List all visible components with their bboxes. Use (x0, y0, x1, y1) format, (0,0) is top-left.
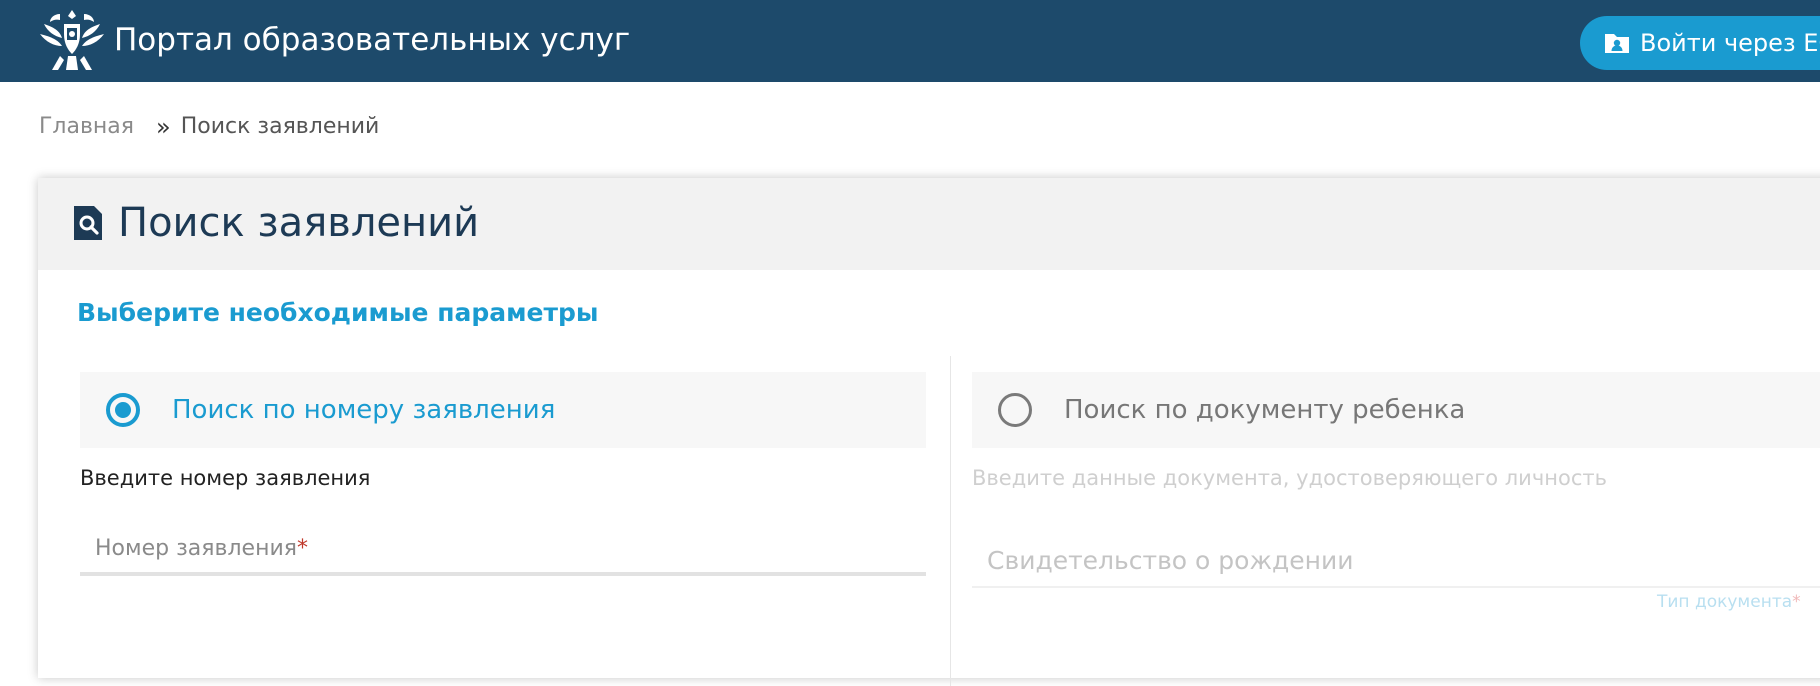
breadcrumb-separator: » (156, 112, 171, 141)
site-title[interactable]: Портал образовательных услуг (114, 22, 630, 58)
search-by-application-number-option[interactable]: Поиск по номеру заявления (80, 372, 926, 448)
option-label-application-number: Поиск по номеру заявления (172, 395, 556, 425)
application-number-hint: Введите номер заявления (80, 466, 371, 490)
application-number-placeholder: Номер заявления* (95, 536, 308, 561)
required-mark: * (297, 536, 308, 561)
card-header: Поиск заявлений (38, 178, 1820, 270)
document-type-label: Тип документа* (1657, 592, 1801, 612)
radio-selected[interactable] (106, 393, 140, 427)
document-type-select[interactable]: Свидетельство о рождении (972, 538, 1820, 588)
breadcrumb-current: Поиск заявлений (180, 114, 380, 139)
child-document-hint: Введите данные документа, удостоверяющег… (972, 466, 1607, 490)
login-esia-button[interactable]: Войти через ЕСИ (1580, 16, 1820, 70)
breadcrumb-home-link[interactable]: Главная (39, 114, 134, 139)
login-button-label: Войти через ЕСИ (1640, 29, 1820, 57)
page-title: Поиск заявлений (118, 200, 480, 246)
column-divider (950, 356, 951, 686)
breadcrumb: Главная » Поиск заявлений (39, 114, 379, 139)
required-mark: * (1792, 592, 1801, 612)
option-label-child-document: Поиск по документу ребенка (1064, 395, 1466, 425)
user-folder-icon (1605, 34, 1629, 53)
top-header: Портал образовательных услуг Войти через… (0, 0, 1820, 82)
application-number-input[interactable]: Номер заявления* (80, 528, 926, 576)
search-card: Поиск заявлений Выберите необходимые пар… (38, 178, 1820, 686)
search-document-icon (74, 206, 102, 240)
search-by-child-document-option[interactable]: Поиск по документу ребенка (972, 372, 1820, 448)
radio-unselected[interactable] (998, 393, 1032, 427)
section-title: Выберите необходимые параметры (77, 298, 599, 327)
coat-of-arms-icon (40, 10, 104, 70)
document-type-value: Свидетельство о рождении (987, 546, 1354, 575)
